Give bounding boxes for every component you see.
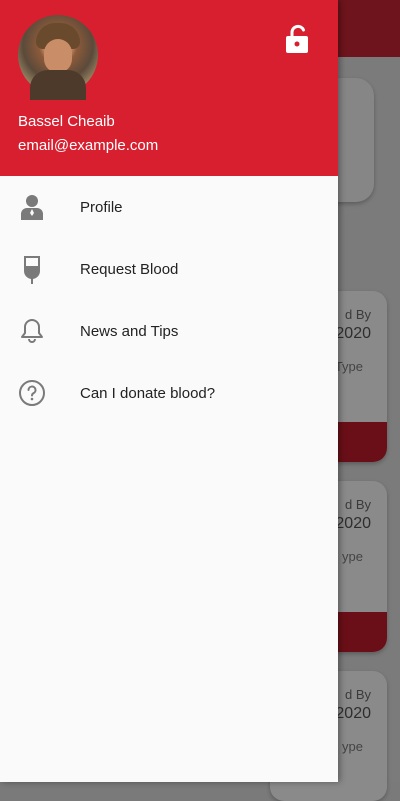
bell-icon xyxy=(18,317,46,345)
card-label: d By xyxy=(344,687,371,702)
lock-open-icon[interactable] xyxy=(284,24,312,54)
card-type: ype xyxy=(342,549,363,564)
blood-bag-icon xyxy=(18,255,46,284)
card-label: d By xyxy=(344,497,371,512)
drawer-menu: Profile Request Blood News and Tips Can … xyxy=(0,176,338,424)
card-label: d By xyxy=(344,307,371,322)
card-date: 2020 xyxy=(335,325,371,342)
help-circle-icon xyxy=(18,379,46,407)
drawer-item-label: Profile xyxy=(80,198,123,216)
user-email: email@example.com xyxy=(18,137,159,154)
drawer-item-label: Can I donate blood? xyxy=(80,384,216,402)
drawer-header: Bassel Cheaib email@example.com xyxy=(0,0,338,176)
card-type: Type xyxy=(334,359,363,374)
person-icon xyxy=(18,193,46,221)
drawer-item-can-i-donate[interactable]: Can I donate blood? xyxy=(0,362,338,424)
drawer-item-label: News and Tips xyxy=(80,322,179,340)
drawer-item-profile[interactable]: Profile xyxy=(0,176,338,238)
card-type: ype xyxy=(342,739,363,754)
drawer-item-news[interactable]: News and Tips xyxy=(0,300,338,362)
drawer-item-label: Request Blood xyxy=(80,260,179,278)
user-name: Bassel Cheaib xyxy=(18,113,115,130)
card-date: 2020 xyxy=(335,515,371,532)
card-date: 2020 xyxy=(335,705,371,722)
avatar[interactable] xyxy=(18,15,98,100)
drawer-item-request-blood[interactable]: Request Blood xyxy=(0,238,338,300)
navigation-drawer: Bassel Cheaib email@example.com Profile xyxy=(0,0,338,782)
